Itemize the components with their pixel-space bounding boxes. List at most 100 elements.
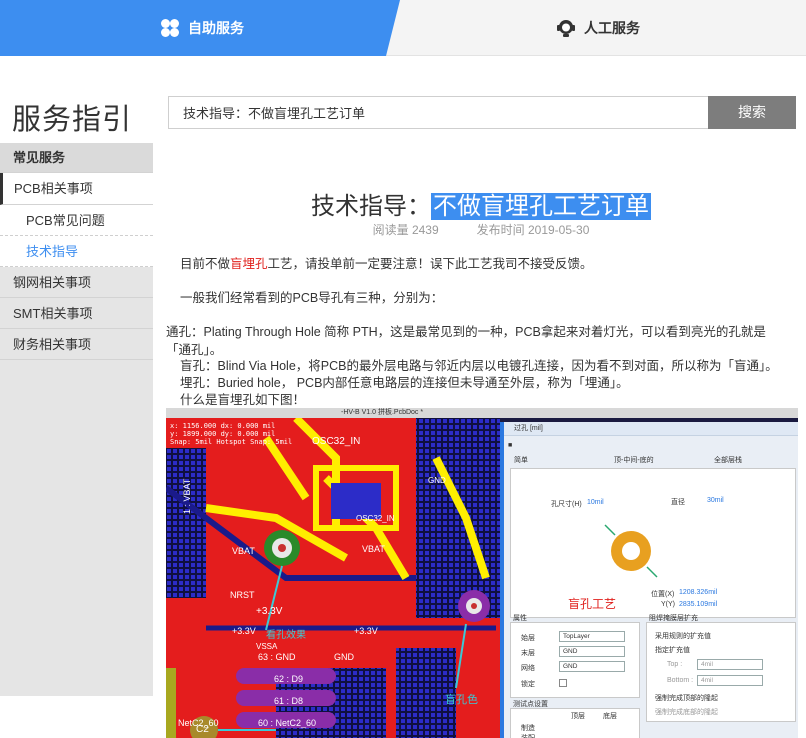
pcb-label: +3.3V (354, 626, 378, 636)
mask-check-top-tent[interactable]: 强制完成顶部的隆起 (655, 693, 718, 703)
headset-icon (557, 20, 575, 37)
solder-mask-panel: 阻焊掩膜层扩充 采用规则的扩充值 指定扩充值 Top : 4mil Bottom… (646, 615, 796, 722)
tab-self-service-content: 自助服务 (160, 18, 244, 38)
testpoint-panel: 测试点设置 顶层 底层 制造 装配 (510, 701, 640, 738)
p1-text-red: 盲埋孔 (230, 257, 268, 271)
pcb-label: OSC32_IN (356, 514, 395, 523)
properties-header: 属性 (513, 615, 527, 622)
lock-label: 锁定 (521, 681, 535, 688)
article-paragraph-4: 盲孔：Blind Via Hole，将PCB的最外层电路与邻近内层以电镀孔连接，… (180, 359, 778, 373)
radio-full-stack[interactable]: 全部层栈 (714, 455, 742, 465)
mask-bottom-input[interactable]: 4mil (697, 675, 763, 686)
search-input[interactable] (168, 96, 708, 129)
mask-option-rule[interactable]: 采用规则的扩充值 (655, 631, 711, 641)
lock-checkbox[interactable] (559, 679, 567, 687)
pcb-label: +3.3V (256, 606, 283, 617)
sidebar-item-finance[interactable]: 财务相关事项 (0, 329, 153, 360)
location-x-label: 位置(X) (651, 591, 675, 598)
article-paragraph-2: 一般我们经常看到的PCB导孔有三种，分别为： (180, 291, 444, 305)
article-reads: 阅读量 2439 (372, 223, 439, 237)
start-layer-select[interactable]: TopLayer (559, 631, 625, 642)
pcb-label: +3.3V (232, 626, 256, 636)
article-title-prefix: 技术指导： (311, 193, 431, 220)
sidebar-item-common-services[interactable]: 常见服务 (0, 143, 153, 173)
article-paragraph-6: 什么是盲埋孔如下图！ (180, 393, 306, 407)
tab-self-service[interactable]: 自助服务 (0, 0, 400, 56)
pcb-label: VBAT (362, 544, 385, 554)
article-published: 发布时间 2019-05-30 (476, 223, 590, 237)
via-ring-icon (604, 524, 658, 578)
article-figure-pcb-screenshot: -HV-B V1.0 拼板.PcbDoc * x: 1156.000 dx: 0… (166, 408, 798, 738)
pcb-label: OSC32_IN (312, 436, 361, 447)
pcb-label: GND (428, 476, 446, 485)
pcb-label: 61 : D8 (274, 696, 304, 706)
pcb-label: GND (334, 652, 354, 662)
net-select[interactable]: GND (559, 661, 625, 672)
sidebar-item-stencil[interactable]: 钢网相关事项 (0, 267, 153, 298)
sidebar-item-tech-guide[interactable]: 技术指导 (0, 236, 153, 267)
pcb-coordinate-readout: x: 1156.000 dx: 0.000 mil y: 1899.000 dy… (170, 422, 292, 446)
start-layer-label: 始层 (521, 635, 535, 642)
search-button[interactable]: 搜索 (708, 96, 796, 129)
figure-caption-hole-color: 盲孔色 (445, 694, 478, 706)
article-paragraph-3: 通孔：Plating Through Hole 简称 PTH，这是最常见到的一种… (166, 325, 766, 357)
location-y-label: Y(Y) (661, 601, 675, 608)
p1-text-b: 工艺，请投单前一定要注意！误下此工艺我司不接受反馈。 (267, 257, 593, 271)
article-paragraph-5: 埋孔：Buried hole， PCB内部任意电路层的连接但未导通至外层，称为「… (180, 376, 629, 390)
p1-text-a: 目前不做 (180, 257, 231, 271)
tab-human-service-label: 人工服务 (584, 20, 640, 36)
sidebar-title: 服务指引 (12, 104, 133, 136)
sidebar: 服务指引 常见服务 PCB相关事项 PCB常见问题 技术指导 钢网相关事项 SM… (0, 56, 153, 696)
location-x-value: 1208.326mil (679, 589, 718, 596)
article-title: 技术指导：不做盲埋孔工艺订单 (166, 186, 796, 221)
testpoint-bottom-label: 底层 (603, 713, 617, 720)
pcb-label: VSSA (256, 642, 278, 651)
pcb-coord-snap: Snap: 5mil Hotspot Snap: 5mil (170, 438, 293, 446)
article-paragraph-1: 目前不做盲埋孔工艺，请投单前一定要注意！误下此工艺我司不接受反馈。 (180, 255, 593, 273)
pcb-label: 1 : VBAT (182, 478, 192, 514)
pcb-label: 62 : D9 (274, 674, 304, 684)
net-label: 网络 (521, 665, 535, 672)
diameter-value: 30mil (707, 497, 724, 504)
via-preview-panel: 孔尺寸(H) 10mil 直径 30mil 位置(X) 1208.326mil … (510, 468, 796, 618)
radio-simple[interactable]: 简单 (514, 455, 528, 465)
dialog-section-template: ■ (508, 442, 513, 449)
solder-mask-header: 阻焊掩膜层扩充 (649, 615, 698, 622)
hole-size-label: 孔尺寸(H) (551, 501, 582, 508)
via-properties-dialog: 过孔 [mil] ■ 简单 顶-中间-底的 全部层栈 孔尺寸(H) 10mil … (500, 422, 798, 738)
pcb-label: 63 : GND (258, 652, 296, 662)
mask-bottom-label: Bottom : (667, 677, 694, 684)
end-layer-label: 末层 (521, 650, 535, 657)
pcb-label: C2 (196, 724, 209, 735)
pcb-artwork (166, 418, 500, 738)
dialog-title: 过孔 [mil] (504, 422, 798, 436)
pcb-label: 60 : NetC2_60 (258, 718, 317, 728)
hole-size-value: 10mil (587, 499, 604, 506)
sidebar-menu: 常见服务 PCB相关事项 PCB常见问题 技术指导 钢网相关事项 SMT相关事项… (0, 143, 153, 696)
radio-top-middle-bottom[interactable]: 顶-中间-底的 (614, 455, 654, 465)
testpoint-fab-label: 制造 (521, 725, 535, 732)
tab-human-service[interactable]: 人工服务 (556, 18, 640, 38)
pcb-canvas: x: 1156.000 dx: 0.000 mil y: 1899.000 dy… (166, 418, 500, 738)
article-title-highlight: 不做盲埋孔工艺订单 (431, 193, 651, 220)
sidebar-item-pcb-faq[interactable]: PCB常见问题 (0, 205, 153, 236)
pcb-document-bar: -HV-B V1.0 拼板.PcbDoc * (166, 408, 798, 418)
pcb-label: NRST (230, 590, 255, 600)
grid-flower-icon (161, 19, 179, 37)
mask-top-input[interactable]: 4mil (697, 659, 763, 670)
mask-option-specify[interactable]: 指定扩充值 (655, 645, 690, 655)
pcb-coord-x: x: 1156.000 dx: 0.000 mil (170, 422, 276, 430)
end-layer-select[interactable]: GND (559, 646, 625, 657)
tab-self-service-label: 自助服务 (188, 20, 244, 36)
testpoint-asm-label: 装配 (521, 733, 535, 738)
location-y-value: 2835.109mil (679, 601, 718, 608)
sidebar-item-smt[interactable]: SMT相关事项 (0, 298, 153, 329)
top-tab-bar: 自助服务 人工服务 (0, 0, 806, 56)
figure-caption-blind-via: 盲孔工艺 (568, 597, 617, 611)
sidebar-item-pcb[interactable]: PCB相关事项 (0, 173, 153, 205)
article-meta: 阅读量 2439 发布时间 2019-05-30 (166, 221, 796, 238)
mask-check-bottom-tent[interactable]: 强制完成底部的隆起 (655, 707, 718, 717)
search-bar: 搜索 (168, 96, 796, 129)
diameter-label: 直径 (671, 499, 685, 506)
pcb-coord-y: y: 1899.000 dy: 0.000 mil (170, 430, 276, 438)
